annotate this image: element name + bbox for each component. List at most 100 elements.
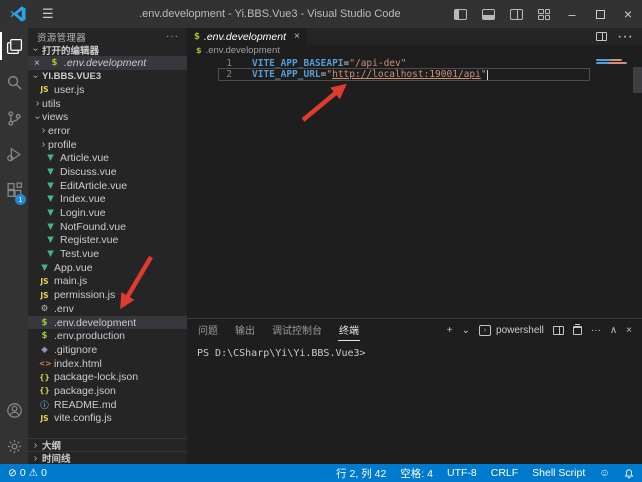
tree-item[interactable]: ›profile xyxy=(28,138,187,152)
panel-tab-bar: 问题输出调试控制台终端 + ⌄ › powershell ··· ∧ × xyxy=(187,319,642,341)
split-editor-icon[interactable] xyxy=(596,32,607,41)
close-icon[interactable]: × xyxy=(294,31,300,42)
problems-status[interactable]: ⊘ 0 ⚠ 0 xyxy=(8,467,47,479)
tree-item[interactable]: ▼Register.vue xyxy=(28,234,187,248)
tree-item[interactable]: ▼Test.vue xyxy=(28,247,187,261)
chevron-right-icon: › xyxy=(39,139,48,150)
tree-item[interactable]: ▼EditArticle.vue xyxy=(28,179,187,193)
source-control-icon[interactable] xyxy=(0,100,28,136)
tree-item[interactable]: ▼App.vue xyxy=(28,261,187,275)
shell-name[interactable]: powershell xyxy=(496,325,544,336)
vue-icon: ▼ xyxy=(45,167,56,177)
vscode-logo-icon xyxy=(10,6,26,22)
tree-item[interactable]: ▼NotFound.vue xyxy=(28,220,187,234)
tree-item[interactable]: <>index.html xyxy=(28,357,187,371)
minimize-button[interactable]: – xyxy=(558,0,586,28)
tree-item-label: .env.development xyxy=(54,317,136,329)
project-section[interactable]: › YI.BBS.VUE3 xyxy=(28,70,187,83)
breadcrumb[interactable]: $ .env.development xyxy=(187,45,642,56)
vue-icon: ▼ xyxy=(45,235,56,245)
tree-item[interactable]: JSpermission.js xyxy=(28,288,187,302)
chevron-right-icon: › xyxy=(39,125,48,136)
run-debug-icon[interactable] xyxy=(0,136,28,172)
tree-item[interactable]: ▼Article.vue xyxy=(28,151,187,165)
panel-tab-调试控制台[interactable]: 调试控制台 xyxy=(271,323,323,340)
maximize-panel-icon[interactable]: ∧ xyxy=(610,325,617,336)
cursor-position[interactable]: 行 2, 列 42 xyxy=(336,466,386,481)
open-editors-section[interactable]: › 打开的编辑器 xyxy=(28,43,187,56)
editor-scrollbar[interactable] xyxy=(633,67,642,93)
new-terminal-icon[interactable]: + xyxy=(447,325,453,336)
explorer-more-icon[interactable]: ··· xyxy=(166,31,179,42)
js-icon: JS xyxy=(39,85,50,94)
account-icon[interactable] xyxy=(0,392,28,428)
timeline-section[interactable]: › 时间线 xyxy=(28,451,187,464)
tree-item-label: utils xyxy=(42,98,61,110)
terminal-shell-icon[interactable]: › xyxy=(479,325,491,336)
search-icon[interactable] xyxy=(0,64,28,100)
customize-layout-button[interactable] xyxy=(530,0,558,28)
vue-icon: ▼ xyxy=(45,153,56,163)
menu-icon[interactable]: ☰ xyxy=(42,6,54,22)
dollar-icon: $ xyxy=(194,32,200,42)
outline-section[interactable]: › 大纲 xyxy=(28,438,187,451)
tree-item[interactable]: JSvite.config.js xyxy=(28,412,187,426)
window-title: .env.development - Yi.BBS.Vue3 - Visual … xyxy=(54,8,446,20)
panel-more-icon[interactable]: ··· xyxy=(591,325,601,336)
toggle-panel-button[interactable] xyxy=(474,0,502,28)
code-token: "/api-dev" xyxy=(349,58,406,69)
tree-item-label: permission.js xyxy=(54,289,115,301)
editor-more-icon[interactable]: ··· xyxy=(617,28,633,46)
panel-tab-终端[interactable]: 终端 xyxy=(338,323,360,341)
code-line[interactable]: 1VITE_APP_BASEAPI="/api-dev" xyxy=(187,58,642,69)
tree-item[interactable]: ◆.gitignore xyxy=(28,343,187,357)
tree-item[interactable]: JSuser.js xyxy=(28,83,187,97)
tree-item[interactable]: ⓘREADME.md xyxy=(28,398,187,412)
close-button[interactable]: × xyxy=(614,0,642,28)
minimap[interactable] xyxy=(596,59,629,65)
toggle-secondary-sidebar-button[interactable] xyxy=(502,0,530,28)
explorer-icon[interactable] xyxy=(0,28,28,64)
tree-item[interactable]: $.env.development xyxy=(28,316,187,330)
split-terminal-icon[interactable] xyxy=(553,326,564,335)
feedback-icon[interactable]: ☺ xyxy=(599,467,610,479)
panel-tab-问题[interactable]: 问题 xyxy=(197,323,219,340)
close-icon[interactable]: × xyxy=(34,58,46,69)
tree-item[interactable]: JSmain.js xyxy=(28,275,187,289)
eol-sequence[interactable]: CRLF xyxy=(491,467,518,479)
open-editor-item[interactable]: × $ .env.development xyxy=(28,56,187,70)
tree-item[interactable]: ⚙.env xyxy=(28,302,187,316)
tab-env-development[interactable]: $ .env.development × xyxy=(187,28,308,45)
js-icon: JS xyxy=(39,277,50,286)
tree-item[interactable]: {}package-lock.json xyxy=(28,370,187,384)
tree-item[interactable]: ›error xyxy=(28,124,187,138)
vue-icon: ▼ xyxy=(45,181,56,191)
maximize-button[interactable] xyxy=(586,0,614,28)
tree-item[interactable]: $.env.production xyxy=(28,329,187,343)
tree-item[interactable]: ▼Index.vue xyxy=(28,193,187,207)
tree-item[interactable]: ▼Login.vue xyxy=(28,206,187,220)
tree-item[interactable]: ›utils xyxy=(28,97,187,111)
tree-item-label: index.html xyxy=(54,358,102,370)
terminal-dropdown-icon[interactable]: ⌄ xyxy=(462,325,470,336)
code-editor[interactable]: 1VITE_APP_BASEAPI="/api-dev"2VITE_APP_UR… xyxy=(187,56,642,318)
code-text: VITE_APP_BASEAPI="/api-dev" xyxy=(252,58,406,69)
close-panel-icon[interactable]: × xyxy=(626,325,632,336)
extensions-icon[interactable]: 1 xyxy=(0,172,28,208)
indentation[interactable]: 空格: 4 xyxy=(400,466,433,481)
tree-item[interactable]: {}package.json xyxy=(28,384,187,398)
terminal[interactable]: PS D:\CSharp\Yi\Yi.BBS.Vue3> xyxy=(187,341,642,464)
tree-item[interactable]: ▼Discuss.vue xyxy=(28,165,187,179)
open-editor-label: .env.development xyxy=(64,57,146,69)
panel-tab-输出[interactable]: 输出 xyxy=(234,323,256,340)
code-token: VITE_APP_BASEAPI xyxy=(252,58,344,69)
toggle-sidebar-button[interactable] xyxy=(446,0,474,28)
kill-terminal-icon[interactable] xyxy=(573,326,582,335)
tree-item[interactable]: ›views xyxy=(28,110,187,124)
language-mode[interactable]: Shell Script xyxy=(532,467,585,479)
tree-item-label: vite.config.js xyxy=(54,412,112,424)
notifications-bell-icon[interactable] xyxy=(624,468,634,479)
code-line[interactable]: 2VITE_APP_URL="http://localhost:19001/ap… xyxy=(187,69,642,80)
settings-gear-icon[interactable] xyxy=(0,428,28,464)
encoding[interactable]: UTF-8 xyxy=(447,467,477,479)
